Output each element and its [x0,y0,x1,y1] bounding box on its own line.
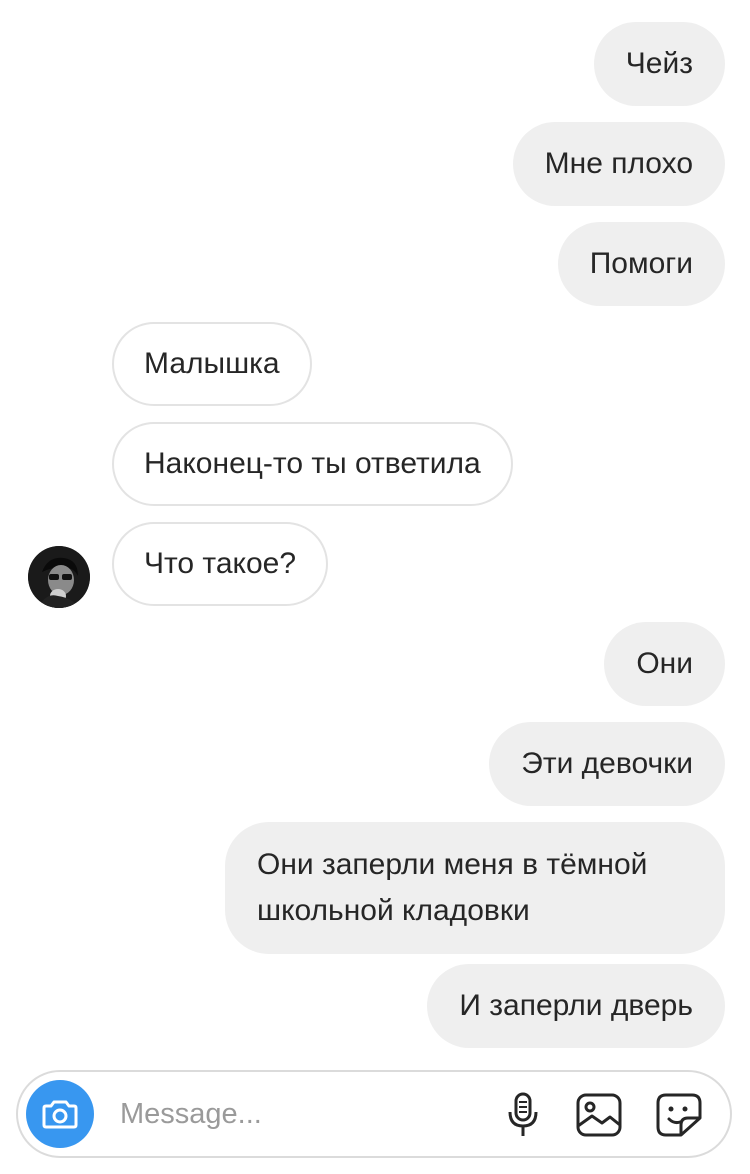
message-text: И заперли дверь [459,989,693,1022]
message-text: Они заперли меня в тёмной школьной кладо… [257,848,648,927]
microphone-icon [508,1092,538,1136]
message-outgoing[interactable]: Чейз [593,22,725,106]
avatar-photo-icon [28,546,90,608]
message-incoming[interactable]: Малышка [112,322,312,406]
message-incoming[interactable]: Что такое? [112,522,329,606]
sender-avatar[interactable] [28,546,90,608]
camera-icon [42,1100,78,1129]
message-text: Мне плохо [544,147,693,180]
sticker-button[interactable] [652,1088,706,1142]
message-outgoing[interactable]: Они [604,622,725,706]
sticker-icon [656,1093,702,1137]
message-input[interactable] [120,1088,480,1140]
message-outgoing[interactable]: Мне плохо [512,122,725,206]
gallery-button[interactable] [572,1088,626,1142]
message-text: Что такое? [144,547,297,580]
message-text: Эти девочки [521,747,693,780]
message-outgoing[interactable]: Помоги [557,222,725,306]
message-outgoing[interactable]: Они заперли меня в тёмной школьной кладо… [225,822,725,954]
message-composer [16,1070,732,1158]
message-thread: Чейз Мне плохо Помоги Малышка Наконец-то… [0,0,750,1060]
gallery-icon [576,1093,622,1137]
message-outgoing[interactable]: И заперли дверь [427,964,725,1048]
message-text: Они [636,647,693,680]
message-text: Чейз [625,47,693,80]
message-text: Помоги [589,247,693,280]
message-outgoing[interactable]: Эти девочки [489,722,725,806]
camera-button[interactable] [26,1080,94,1148]
message-incoming[interactable]: Наконец-то ты ответила [112,422,513,506]
message-text: Наконец-то ты ответила [144,447,481,480]
message-text: Малышка [144,347,280,380]
microphone-button[interactable] [496,1088,550,1142]
